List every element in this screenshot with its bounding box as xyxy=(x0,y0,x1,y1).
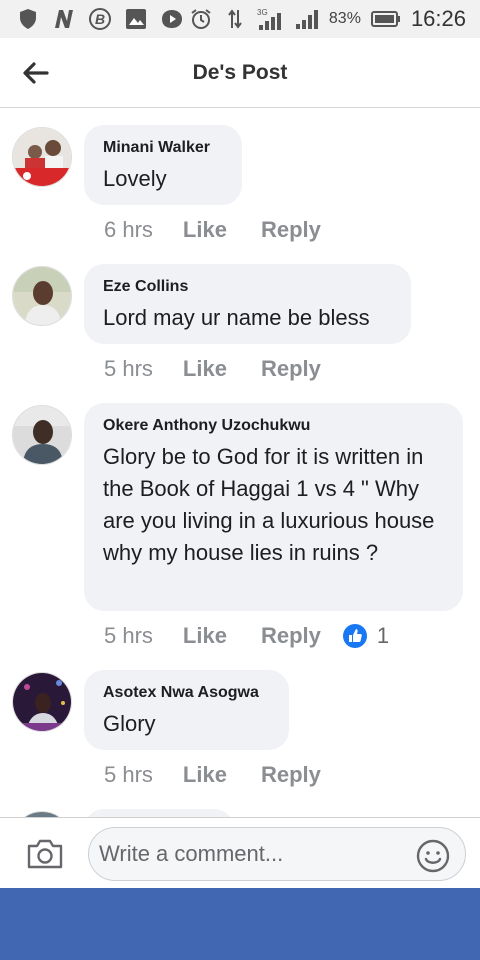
comment-input[interactable] xyxy=(88,827,466,881)
reaction-count: 1 xyxy=(376,623,390,648)
comment-composer xyxy=(0,817,480,888)
signal-icon xyxy=(295,7,319,31)
comment-time: 5 hrs xyxy=(104,762,153,787)
comment-bubble[interactable]: Okere Anthony Uzochukwu Glory be to God … xyxy=(84,403,463,611)
battery-icon xyxy=(370,7,401,31)
bottom-brand-bar xyxy=(0,888,480,960)
avatar[interactable] xyxy=(12,266,72,326)
emoji-icon[interactable] xyxy=(416,839,450,873)
comment-author[interactable]: Asotex Nwa Asogwa xyxy=(103,684,269,702)
play-icon xyxy=(160,7,184,31)
comment-text: Lord may ur name be bless xyxy=(103,305,370,330)
back-arrow-icon[interactable] xyxy=(18,56,52,90)
image-icon xyxy=(124,7,148,31)
comment-author[interactable]: Okere Anthony Uzochukwu xyxy=(103,417,443,435)
comment-bubble[interactable]: Asotex Nwa Asogwa Glory xyxy=(84,670,289,750)
data-transfer-icon xyxy=(223,7,247,31)
comment-author[interactable]: Eze Collins xyxy=(103,278,391,296)
reply-button[interactable]: Reply xyxy=(261,762,321,788)
battery-percent: 83% xyxy=(328,10,361,27)
avatar[interactable] xyxy=(12,672,72,732)
comment-author[interactable]: Minani Walker xyxy=(103,139,222,157)
network-label: 3G xyxy=(257,8,268,17)
app-header: De's Post xyxy=(0,38,480,108)
comment-bubble[interactable] xyxy=(84,809,234,817)
comment-bubble[interactable]: Eze Collins Lord may ur name be bless xyxy=(84,264,411,344)
status-bar: B 3G 83% 16:26 xyxy=(0,0,480,38)
reply-button[interactable]: Reply xyxy=(261,217,321,243)
comment-actions: 5 hrs Like Reply 1 xyxy=(104,623,389,649)
reply-button[interactable]: Reply xyxy=(261,356,321,382)
comment-bubble[interactable]: Minani Walker Lovely xyxy=(84,125,242,205)
svg-text:B: B xyxy=(95,11,105,27)
avatar[interactable] xyxy=(12,405,72,465)
comment-text: Glory xyxy=(103,711,156,736)
comment-text: Glory be to God for it is written in the… xyxy=(103,444,435,565)
reply-button[interactable]: Reply xyxy=(261,623,321,649)
like-button[interactable]: Like xyxy=(183,762,227,788)
avatar[interactable] xyxy=(12,127,72,187)
comment-time: 5 hrs xyxy=(104,356,153,381)
comment-text: Lovely xyxy=(103,166,167,191)
alarm-icon xyxy=(189,7,213,31)
b-notification-icon: B xyxy=(88,7,112,31)
comment-list[interactable]: Minani Walker Lovely 6 hrs Like Reply Ez… xyxy=(0,109,480,817)
clock: 16:26 xyxy=(410,6,466,31)
like-button[interactable]: Like xyxy=(183,217,227,243)
shield-icon xyxy=(16,7,40,31)
like-button[interactable]: Like xyxy=(183,356,227,382)
like-button[interactable]: Like xyxy=(183,623,227,649)
reaction-summary[interactable]: 1 xyxy=(342,623,390,649)
camera-icon[interactable] xyxy=(26,838,64,872)
comment-actions: 5 hrs Like Reply xyxy=(104,356,355,382)
comment-time: 5 hrs xyxy=(104,623,153,648)
page-title: De's Post xyxy=(192,60,288,84)
n-notification-icon xyxy=(52,7,76,31)
like-reaction-icon xyxy=(342,624,367,648)
comment-actions: 6 hrs Like Reply xyxy=(104,217,355,243)
comment-time: 6 hrs xyxy=(104,217,153,242)
comment-actions: 5 hrs Like Reply xyxy=(104,762,355,788)
signal-3g-icon: 3G xyxy=(257,7,285,31)
